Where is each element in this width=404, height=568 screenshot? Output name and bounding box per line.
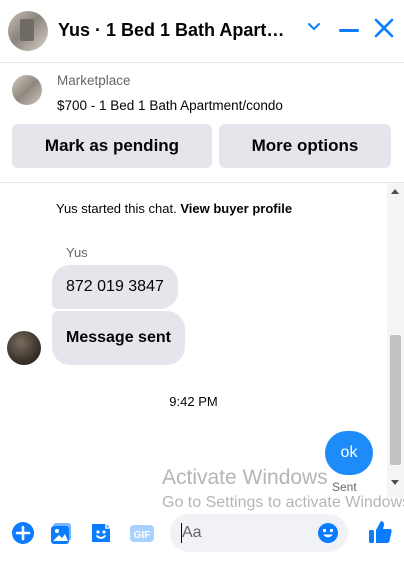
view-buyer-profile-link[interactable]: View buyer profile — [180, 201, 292, 216]
chat-title[interactable]: Yus · 1 Bed 1 Bath Apartme··· — [58, 20, 298, 41]
message-input[interactable]: Aa — [170, 514, 348, 552]
message-input-placeholder: Aa — [182, 524, 202, 541]
more-options-button[interactable]: More options — [219, 124, 391, 168]
thumbs-up-icon[interactable] — [366, 518, 392, 544]
marketplace-listing: Marketplace $700 - 1 Bed 1 Bath Apartmen… — [0, 64, 404, 183]
own-message-bubble[interactable]: ok — [325, 431, 373, 475]
message-bubble[interactable]: 872 019 3847 — [52, 265, 178, 309]
listing-thumbnail[interactable] — [12, 75, 42, 105]
scrollbar-thumb[interactable] — [390, 335, 401, 465]
sticker-icon[interactable] — [88, 520, 114, 546]
message-bubble[interactable]: Message sent — [52, 311, 185, 365]
listing-source-label: Marketplace — [57, 73, 131, 88]
minimize-icon[interactable] — [339, 29, 359, 32]
gif-icon-label: GIF — [134, 530, 151, 541]
scroll-down-arrow-icon[interactable] — [391, 480, 399, 485]
message-composer: GIF Aa — [0, 510, 404, 556]
photo-icon[interactable] — [48, 520, 74, 546]
emoji-icon[interactable] — [317, 522, 339, 544]
listing-description[interactable]: $700 - 1 Bed 1 Bath Apartment/condo — [57, 98, 283, 113]
sender-name: Yus — [66, 245, 88, 260]
close-icon[interactable] — [372, 16, 396, 45]
gif-icon[interactable]: GIF — [128, 520, 154, 546]
message-status: Sent — [332, 480, 357, 494]
header-avatar[interactable] — [8, 11, 48, 51]
message-list[interactable]: Yus started this chat. View buyer profil… — [0, 183, 387, 498]
chat-scrollbar[interactable] — [387, 183, 404, 498]
message-timestamp: 9:42 PM — [169, 394, 218, 409]
mark-as-pending-button[interactable]: Mark as pending — [12, 124, 212, 168]
chevron-down-icon[interactable] — [306, 18, 322, 39]
chat-start-notice: Yus started this chat. View buyer profil… — [56, 201, 292, 216]
chat-start-text: Yus started this chat. — [56, 201, 177, 216]
plus-circle-icon[interactable] — [10, 520, 36, 546]
chat-header: Yus · 1 Bed 1 Bath Apartme··· — [0, 0, 404, 63]
sender-avatar[interactable] — [7, 331, 41, 365]
scroll-up-arrow-icon[interactable] — [391, 189, 399, 194]
